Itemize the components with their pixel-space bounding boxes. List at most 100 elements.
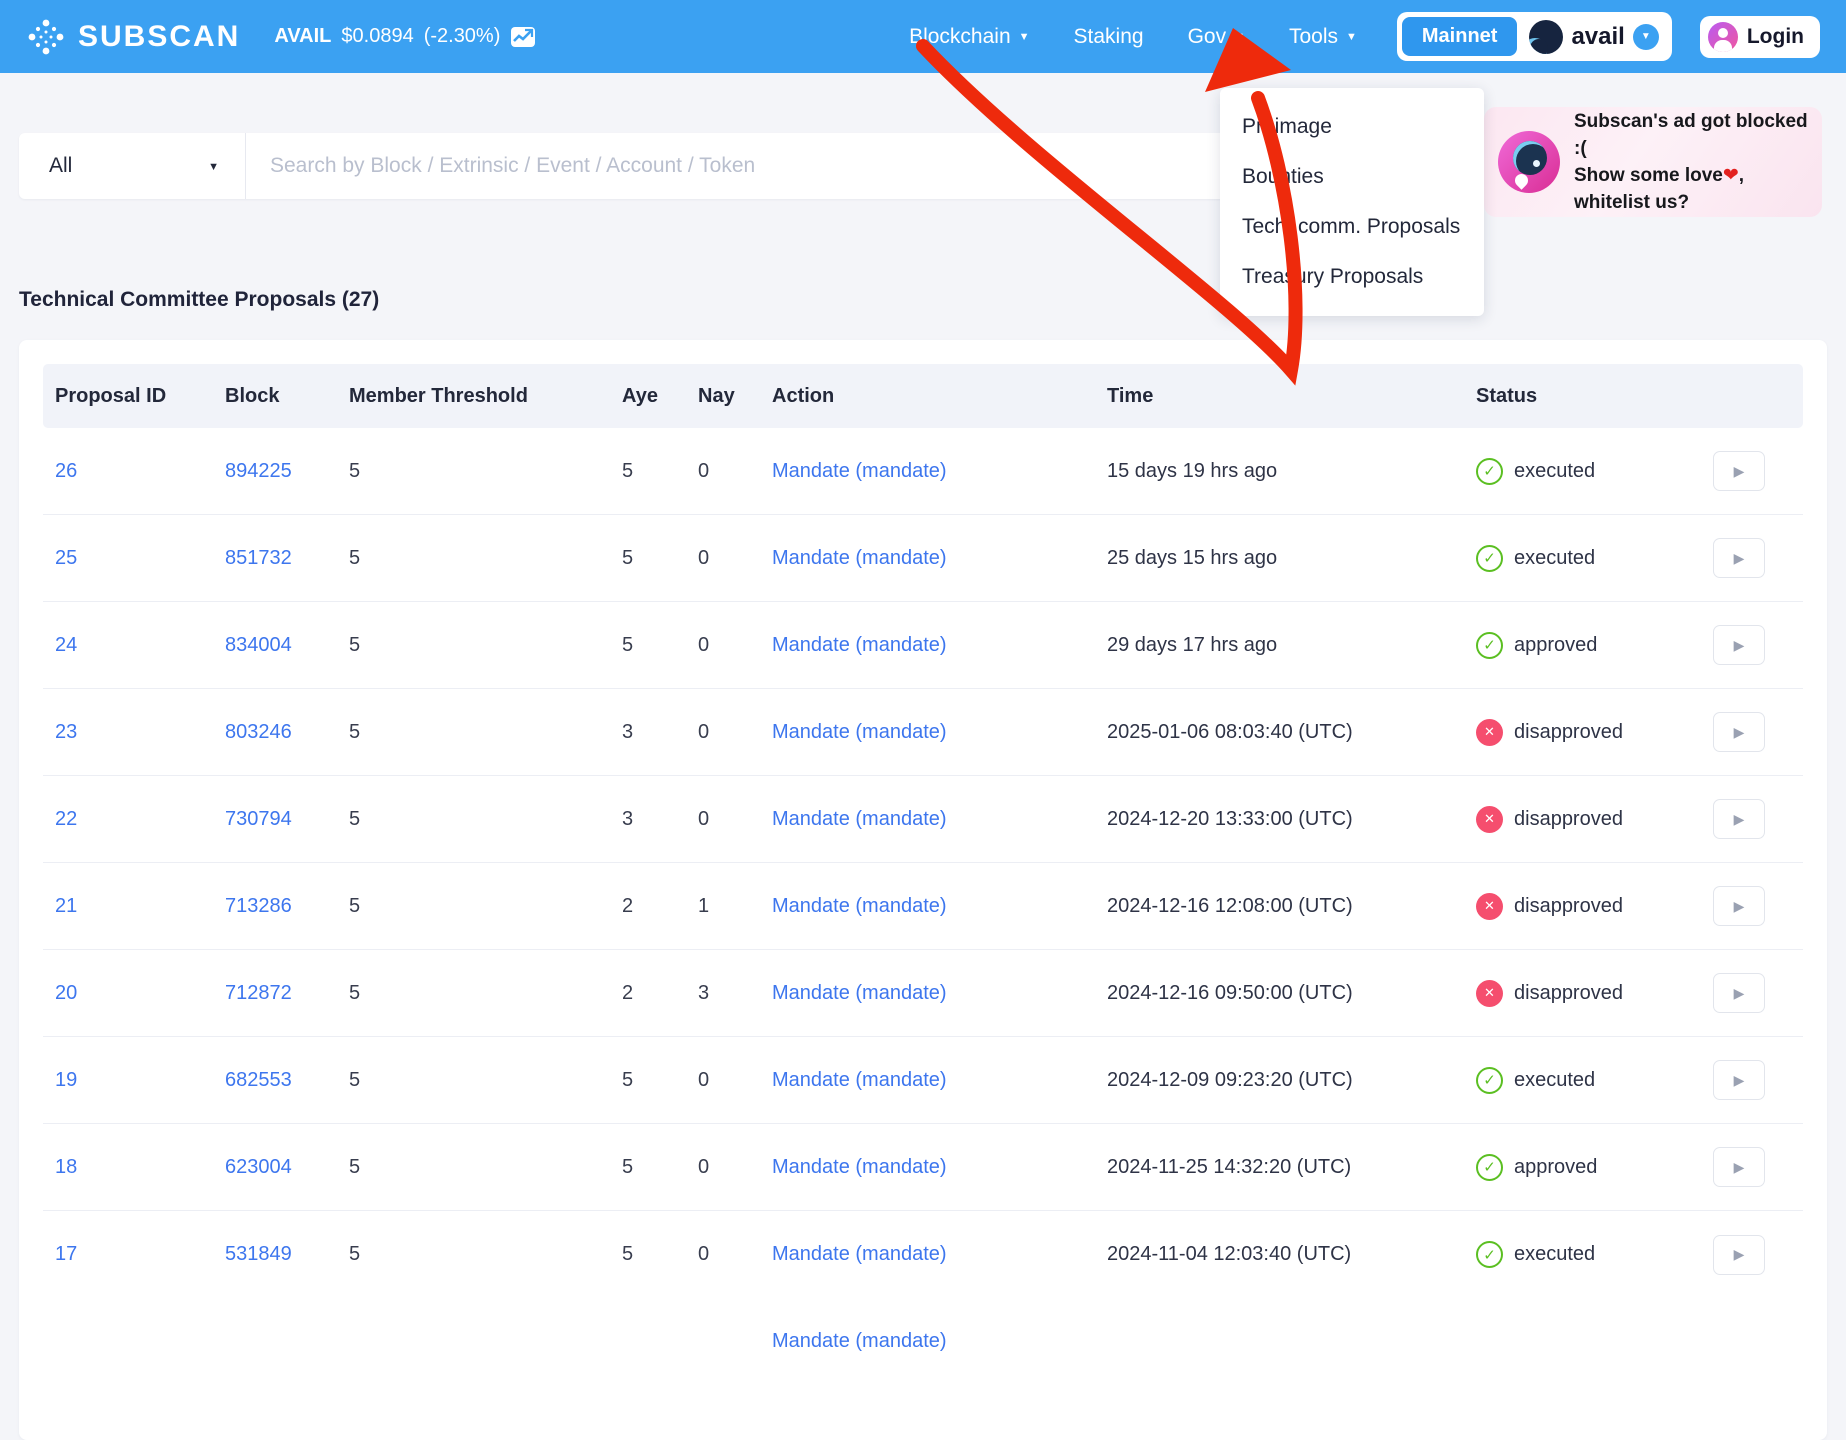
status-icon: ✓: [1476, 545, 1503, 572]
nav-blockchain[interactable]: Blockchain ▼: [909, 25, 1029, 49]
block-link[interactable]: 834004: [225, 634, 292, 656]
time-value: 25 days 15 hrs ago: [1095, 547, 1464, 570]
col-aye: Aye: [610, 385, 686, 408]
block-link[interactable]: 682553: [225, 1069, 292, 1091]
block-link[interactable]: 623004: [225, 1156, 292, 1178]
network-select[interactable]: avail ▼: [1529, 20, 1666, 54]
aye-value: 5: [610, 1243, 686, 1266]
col-time: Time: [1095, 385, 1464, 408]
proposal-id-link[interactable]: 22: [55, 808, 77, 830]
row-expand-button[interactable]: ▶: [1713, 712, 1765, 752]
nav-gov[interactable]: Gov ▼: [1188, 25, 1245, 49]
action-link[interactable]: Mandate (mandate): [772, 1330, 947, 1352]
subscan-logo[interactable]: SUBSCAN: [26, 17, 240, 57]
member-threshold-value: 5: [337, 1156, 610, 1179]
time-value: 2024-12-20 13:33:00 (UTC): [1095, 808, 1464, 831]
action-link[interactable]: Mandate (mandate): [772, 721, 947, 743]
status-badge: ✓ executed: [1476, 545, 1701, 572]
status-badge: ✕ disapproved: [1476, 719, 1701, 746]
aye-value: 5: [610, 547, 686, 570]
nay-value: 0: [686, 547, 760, 570]
time-value: 2024-12-16 09:50:00 (UTC): [1095, 982, 1464, 1005]
menu-item-tech-comm-proposals[interactable]: Tech. comm. Proposals: [1220, 202, 1484, 252]
time-value: 2024-12-16 12:08:00 (UTC): [1095, 895, 1464, 918]
nav-blockchain-label: Blockchain: [909, 25, 1011, 49]
ad-notice-text: Subscan's ad got blocked :( Show some lo…: [1574, 108, 1808, 216]
proposal-id-link[interactable]: 18: [55, 1156, 77, 1178]
row-expand-button[interactable]: ▶: [1713, 973, 1765, 1013]
time-value: 2025-01-06 08:03:40 (UTC): [1095, 721, 1464, 744]
status-badge: ✓ approved: [1476, 632, 1701, 659]
proposal-id-link[interactable]: 26: [55, 460, 77, 482]
action-link[interactable]: Mandate (mandate): [772, 982, 947, 1004]
proposal-id-link[interactable]: 20: [55, 982, 77, 1004]
member-threshold-value: 5: [337, 1069, 610, 1092]
status-icon: ✓: [1476, 1154, 1503, 1181]
nav-staking-label: Staking: [1074, 25, 1144, 49]
member-threshold-value: 5: [337, 460, 610, 483]
block-link[interactable]: 894225: [225, 460, 292, 482]
proposal-id-link[interactable]: 23: [55, 721, 77, 743]
proposal-id-link[interactable]: 19: [55, 1069, 77, 1091]
aye-value: 3: [610, 808, 686, 831]
time-value: 2024-11-25 14:32:20 (UTC): [1095, 1156, 1464, 1179]
action-link[interactable]: Mandate (mandate): [772, 895, 947, 917]
row-expand-button[interactable]: ▶: [1713, 799, 1765, 839]
action-link[interactable]: Mandate (mandate): [772, 460, 947, 482]
nay-value: 0: [686, 808, 760, 831]
page-title: Technical Committee Proposals (27): [19, 288, 379, 312]
row-expand-button[interactable]: ▶: [1713, 1147, 1765, 1187]
nay-value: 0: [686, 721, 760, 744]
row-expand-button[interactable]: ▶: [1713, 538, 1765, 578]
status-icon: ✕: [1476, 980, 1503, 1007]
member-threshold-value: 5: [337, 721, 610, 744]
table-row: 22 730794 5 3 0 Mandate (mandate) 2024-1…: [43, 776, 1803, 863]
proposal-id-link[interactable]: 17: [55, 1243, 77, 1265]
proposal-id-link[interactable]: 24: [55, 634, 77, 656]
block-link[interactable]: 803246: [225, 721, 292, 743]
status-icon: ✕: [1476, 719, 1503, 746]
action-link[interactable]: Mandate (mandate): [772, 1243, 947, 1265]
row-expand-button[interactable]: ▶: [1713, 451, 1765, 491]
row-expand-button[interactable]: ▶: [1713, 1235, 1765, 1275]
block-link[interactable]: 730794: [225, 808, 292, 830]
row-expand-button[interactable]: ▶: [1713, 625, 1765, 665]
block-link[interactable]: 712872: [225, 982, 292, 1004]
login-button[interactable]: Login: [1700, 16, 1820, 58]
action-link[interactable]: Mandate (mandate): [772, 1156, 947, 1178]
block-link[interactable]: 531849: [225, 1243, 292, 1265]
action-link[interactable]: Mandate (mandate): [772, 547, 947, 569]
action-link[interactable]: Mandate (mandate): [772, 1069, 947, 1091]
menu-item-treasury-proposals[interactable]: Treasury Proposals: [1220, 252, 1484, 302]
nay-value: 0: [686, 634, 760, 657]
member-threshold-value: 5: [337, 547, 610, 570]
status-label: executed: [1514, 1243, 1595, 1266]
block-link[interactable]: 851732: [225, 547, 292, 569]
row-expand-button[interactable]: ▶: [1713, 1060, 1765, 1100]
network-name: avail: [1571, 23, 1624, 51]
status-label: disapproved: [1514, 982, 1623, 1005]
avail-logo-icon: [1529, 20, 1563, 54]
member-threshold-value: 5: [337, 808, 610, 831]
main-nav: Blockchain ▼ Staking Gov ▼ Tools ▼: [909, 25, 1357, 49]
nav-tools[interactable]: Tools ▼: [1289, 25, 1357, 49]
action-link[interactable]: Mandate (mandate): [772, 808, 947, 830]
mainnet-button[interactable]: Mainnet: [1402, 17, 1518, 56]
menu-item-preimage[interactable]: Preimage: [1220, 102, 1484, 152]
status-icon: ✕: [1476, 893, 1503, 920]
ad-blocked-notice[interactable]: Subscan's ad got blocked :( Show some lo…: [1484, 107, 1822, 217]
row-expand-button[interactable]: ▶: [1713, 886, 1765, 926]
status-label: approved: [1514, 1156, 1597, 1179]
search-filter-select[interactable]: All ▼: [19, 154, 245, 178]
nay-value: 3: [686, 982, 760, 1005]
action-link[interactable]: Mandate (mandate): [772, 634, 947, 656]
menu-item-bounties[interactable]: Bounties: [1220, 152, 1484, 202]
block-link[interactable]: 713286: [225, 895, 292, 917]
member-threshold-value: 5: [337, 1243, 610, 1266]
time-value: 15 days 19 hrs ago: [1095, 460, 1464, 483]
nav-staking[interactable]: Staking: [1074, 25, 1144, 49]
proposal-id-link[interactable]: 21: [55, 895, 77, 917]
price-chart-icon[interactable]: [510, 25, 536, 49]
status-badge: ✕ disapproved: [1476, 980, 1701, 1007]
proposal-id-link[interactable]: 25: [55, 547, 77, 569]
